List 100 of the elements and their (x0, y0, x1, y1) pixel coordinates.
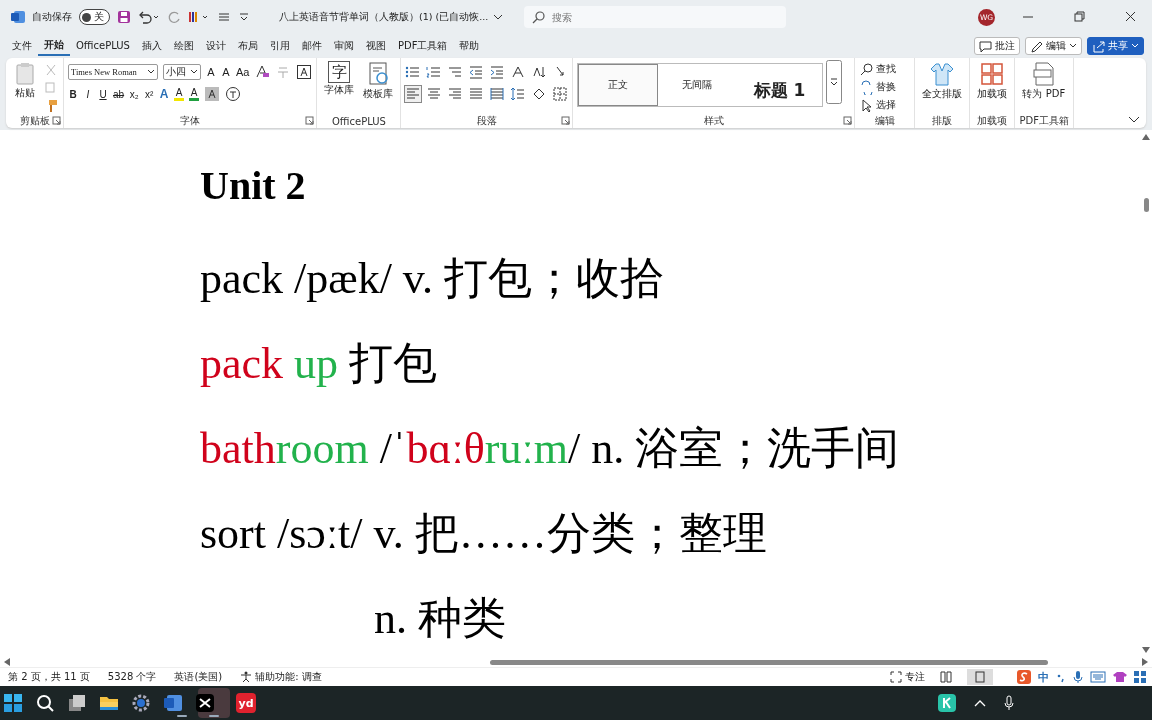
ribbon-tab[interactable]: 插入 (135, 36, 168, 56)
search-icon[interactable] (35, 693, 55, 713)
word-logo-icon[interactable] (163, 693, 183, 713)
ribbon-button[interactable]: 模板库 (360, 60, 397, 100)
clear-format-icon[interactable] (254, 64, 271, 80)
bold-button[interactable]: B (68, 88, 78, 100)
character-border-icon[interactable] (296, 64, 313, 80)
save-icon[interactable] (117, 10, 131, 24)
numbering-icon[interactable] (426, 64, 443, 80)
multilevel-list-icon[interactable] (447, 64, 464, 80)
share-button[interactable]: 共享 (1087, 37, 1144, 55)
vocabulary-line: n. 种类 (373, 597, 507, 641)
windows-logo-icon[interactable] (3, 693, 23, 713)
share-icon (1092, 39, 1105, 53)
print-layout-icon[interactable] (967, 669, 993, 685)
align-left-icon[interactable] (405, 86, 422, 102)
collapse-ribbon-icon[interactable] (1128, 116, 1140, 124)
justify-icon[interactable] (468, 86, 485, 102)
caret-icon (1069, 43, 1077, 49)
comment-button[interactable]: 批注 (974, 37, 1020, 55)
shirt-icon[interactable] (1113, 671, 1127, 683)
document-title[interactable]: 八上英语音节背单词（人教版）(1) (已自动恢... (279, 10, 504, 24)
superscript-button[interactable]: x² (144, 88, 155, 100)
ime-logo-icon[interactable] (1017, 670, 1031, 684)
ribbon-button[interactable]: 字 字体库 (321, 60, 358, 96)
ribbon-button[interactable]: 全文排版 (919, 60, 966, 100)
line-spacing-icon[interactable] (510, 86, 527, 102)
status-text[interactable]: 第 2 页，共 11 页 (8, 670, 90, 684)
apps-grid-icon[interactable] (1134, 671, 1146, 683)
ribbon-tab[interactable]: 视图 (359, 36, 392, 56)
ribbon-tab[interactable]: 布局 (231, 36, 264, 56)
style-option[interactable]: 标题 1 (736, 64, 823, 116)
edit-button[interactable]: 编辑 (1025, 37, 1082, 55)
caret-icon (493, 13, 504, 21)
ribbon-tab[interactable]: 帮助 (453, 36, 486, 56)
ribbon-button[interactable]: 加载项 (974, 60, 1011, 100)
sort-icon[interactable] (531, 64, 548, 80)
dialog-launcher-icon[interactable] (52, 116, 61, 125)
task-view-icon[interactable] (67, 693, 87, 713)
gallery-more-icon[interactable] (826, 60, 843, 104)
k-app-icon[interactable] (938, 694, 956, 712)
gear-icon[interactable] (131, 693, 151, 713)
microphone-icon[interactable] (1004, 695, 1014, 711)
ribbon-tab[interactable]: OfficePLUS (70, 36, 136, 56)
distributed-icon[interactable] (489, 86, 506, 102)
undo-icon[interactable] (138, 10, 160, 24)
italic-button[interactable]: I (83, 88, 93, 100)
align-center-icon[interactable] (426, 86, 443, 102)
group-label: 样式 (703, 114, 724, 128)
align-right-icon[interactable] (447, 86, 464, 102)
shrink-font-button[interactable]: A (221, 66, 231, 78)
dialog-launcher-icon[interactable] (843, 116, 853, 125)
font-name-field[interactable]: Times New Roman (68, 64, 158, 80)
scrollbar-thumb[interactable] (1143, 198, 1149, 212)
underline-button[interactable]: U (98, 88, 108, 100)
ribbon-button[interactable]: 查找 (859, 61, 911, 77)
increase-indent-icon[interactable] (489, 64, 506, 80)
style-option[interactable]: 无间隔 (658, 64, 737, 106)
status-text[interactable]: 5328 个字 (107, 670, 157, 684)
focus-button[interactable]: 专注 (890, 670, 925, 684)
ribbon-tab[interactable]: 邮件 (295, 36, 328, 56)
accessibility-status[interactable]: 辅助功能: 调查 (240, 670, 322, 684)
enclosed-character-icon[interactable] (225, 86, 242, 102)
font-color-button[interactable]: A (189, 87, 200, 101)
ribbon-tab[interactable]: 引用 (263, 36, 296, 56)
decrease-indent-icon[interactable] (468, 64, 485, 80)
list-icon[interactable] (217, 10, 231, 24)
ribbon-tab[interactable]: PDF工具箱 (391, 36, 454, 56)
highlight-button[interactable]: A (174, 87, 185, 101)
grow-font-button[interactable]: A (206, 66, 216, 78)
ribbon-tab[interactable]: 设计 (199, 36, 232, 56)
ribbon-button[interactable]: 选择 (859, 97, 911, 113)
ribbon-button[interactable]: 转为 PDF (1019, 60, 1069, 100)
ribbon-tab[interactable]: 审阅 (327, 36, 360, 56)
ribbon-tab[interactable]: 绘图 (167, 36, 200, 56)
dialog-launcher-icon[interactable] (561, 116, 571, 125)
scroll-right-icon (1142, 658, 1148, 666)
paste-button[interactable]: 粘贴 (10, 60, 40, 101)
autosave-toggle[interactable]: 关 (79, 9, 110, 25)
status-text[interactable]: 英语(美国) (174, 670, 223, 684)
search-field[interactable]: 搜索 (524, 6, 787, 28)
capcut-logo-icon[interactable] (195, 693, 215, 713)
character-shading-icon[interactable] (204, 86, 221, 102)
change-case-button[interactable]: Aa (236, 66, 250, 78)
text-effects-button[interactable]: A (159, 87, 170, 101)
font-size-field[interactable]: 小四 (163, 64, 201, 80)
dictionary-app-icon[interactable]: yd (236, 693, 256, 713)
subscript-button[interactable]: x₂ (129, 88, 140, 100)
caret-icon (147, 69, 155, 75)
ime-mode[interactable]: 中 (1038, 669, 1049, 685)
bullets-icon[interactable] (405, 64, 422, 80)
scrollbar-thumb[interactable] (490, 659, 1048, 665)
ribbon-button[interactable]: 替换 (859, 79, 911, 95)
brush-set-icon[interactable] (188, 10, 210, 24)
style-option[interactable]: 正文 (578, 64, 659, 106)
ribbon-tab[interactable]: 文件 (6, 36, 38, 56)
chevron-up-icon[interactable] (974, 699, 986, 707)
strikethrough-button[interactable]: ab (113, 88, 125, 100)
dialog-launcher-icon[interactable] (305, 116, 315, 125)
ribbon-tab[interactable]: 开始 (38, 36, 70, 56)
